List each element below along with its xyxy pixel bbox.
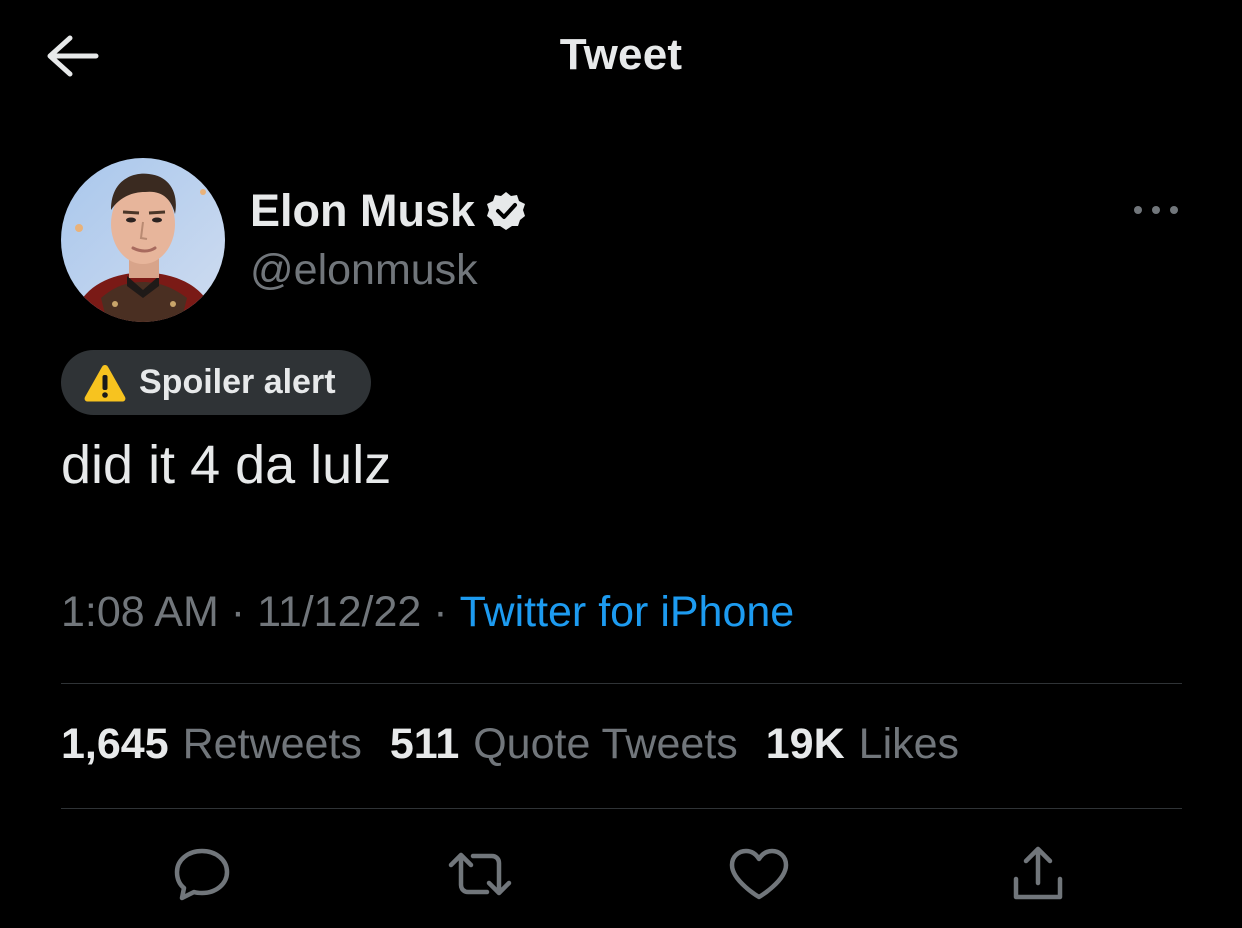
warning-icon <box>84 364 126 401</box>
tweet-time: 1:08 AM <box>61 588 219 636</box>
likes-count: 19K <box>765 720 845 768</box>
heart-icon <box>729 848 789 900</box>
profile-photo <box>61 158 225 322</box>
page-title: Tweet <box>559 30 683 79</box>
retweets-stat[interactable]: 1,645 Retweets <box>61 720 362 769</box>
spoiler-alert-badge[interactable]: Spoiler alert <box>61 350 371 415</box>
likes-stat[interactable]: 19K Likes <box>766 720 959 769</box>
tweet-meta: 1:08 AM · 11/12/22 · Twitter for iPhone <box>61 588 794 637</box>
meta-separator: · <box>433 588 448 636</box>
share-upload-icon <box>1013 846 1063 900</box>
avatar[interactable] <box>61 158 225 322</box>
retweet-button[interactable] <box>447 843 513 905</box>
quote-tweets-stat[interactable]: 511 Quote Tweets <box>390 720 738 769</box>
quote-tweets-count: 511 <box>389 720 460 768</box>
divider <box>61 683 1182 684</box>
spoiler-alert-label: Spoiler alert <box>139 363 336 401</box>
tweet-date: 11/12/22 <box>257 588 422 636</box>
retweet-icon <box>448 852 512 896</box>
reply-button[interactable] <box>169 843 235 905</box>
more-options-button[interactable] <box>1124 190 1188 230</box>
more-dots-icon <box>1134 206 1178 214</box>
share-button[interactable] <box>1005 843 1071 905</box>
author-display-name: Elon Musk <box>250 185 476 236</box>
divider <box>61 808 1182 809</box>
retweets-count: 1,645 <box>61 720 169 768</box>
verified-badge-icon <box>487 192 526 230</box>
meta-separator: · <box>230 588 246 636</box>
tweet-source-link[interactable]: Twitter for iPhone <box>460 588 795 637</box>
like-button[interactable] <box>726 843 792 905</box>
reply-bubble-icon <box>174 848 230 901</box>
engagement-stats: 1,645 Retweets 511 Quote Tweets 19K Like… <box>61 720 987 769</box>
tweet-text: did it 4 da lulz <box>61 435 392 495</box>
quote-tweets-label: Quote Tweets <box>473 720 738 768</box>
top-bar: Tweet <box>0 0 1242 112</box>
author-handle[interactable]: @elonmusk <box>250 246 478 295</box>
retweets-label: Retweets <box>182 720 362 768</box>
author-name-row[interactable]: Elon Musk <box>250 183 527 239</box>
likes-label: Likes <box>858 720 960 768</box>
